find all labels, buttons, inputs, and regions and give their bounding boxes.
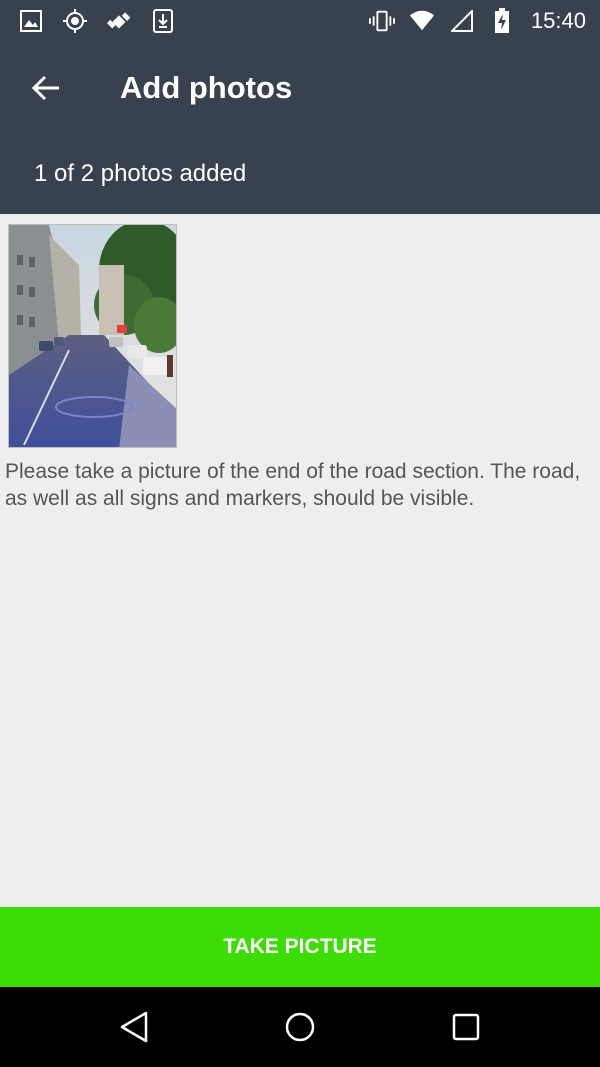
- download-icon: [150, 8, 176, 34]
- vibrate-icon: [368, 8, 395, 34]
- location-icon: [62, 8, 88, 34]
- nav-home-button[interactable]: [280, 1007, 320, 1047]
- back-button[interactable]: [22, 68, 70, 108]
- fake-gps-icon: [106, 8, 132, 34]
- status-left-icons: [18, 8, 176, 34]
- triangle-back-icon: [120, 1011, 148, 1043]
- app-bar: Add photos 1 of 2 photos added: [0, 44, 600, 214]
- square-recents-icon: [452, 1013, 480, 1041]
- image-icon: [18, 8, 44, 34]
- page-title: Add photos: [120, 70, 293, 105]
- instructions-text: Please take a picture of the end of the …: [5, 460, 581, 510]
- arrow-back-icon: [31, 75, 59, 101]
- photo-count-subtitle: 1 of 2 photos added: [34, 160, 247, 187]
- status-right-icons: 15:40: [368, 8, 586, 34]
- nav-recents-button[interactable]: [446, 1007, 486, 1047]
- navigation-bar: [0, 987, 600, 1067]
- battery-charging-icon: [489, 8, 515, 34]
- nav-back-button[interactable]: [114, 1007, 154, 1047]
- signal-icon: [449, 8, 475, 34]
- take-picture-button[interactable]: TAKE PICTURE: [0, 907, 600, 987]
- wifi-icon: [409, 8, 435, 34]
- status-bar: 15:40: [0, 0, 600, 44]
- street-photo-image: [9, 225, 176, 447]
- photo-thumbnail[interactable]: [8, 224, 177, 448]
- circle-home-icon: [285, 1012, 315, 1042]
- status-time: 15:40: [530, 8, 586, 33]
